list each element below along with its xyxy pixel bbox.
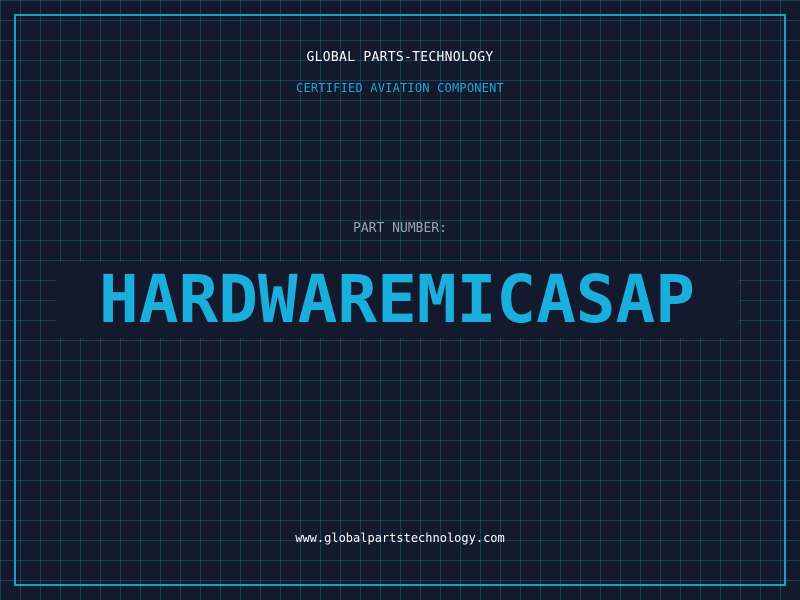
part-number-value: HARDWAREMICASAP [98, 262, 696, 338]
part-number-label: PART NUMBER: [353, 221, 447, 236]
company-name: GLOBAL PARTS-TECHNOLOGY [306, 50, 494, 65]
label-card: GLOBAL PARTS-TECHNOLOGY CERTIFIED AVIATI… [0, 0, 800, 600]
certification-subtitle: CERTIFIED AVIATION COMPONENT [296, 81, 504, 95]
website-url: www.globalpartstechnology.com [295, 531, 505, 545]
